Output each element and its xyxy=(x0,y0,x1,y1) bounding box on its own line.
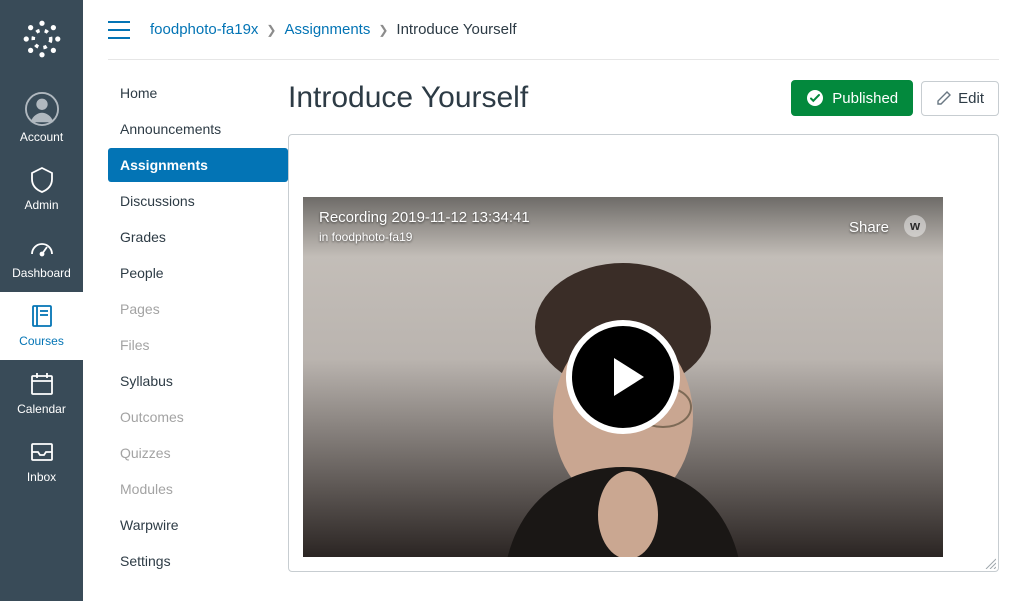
sidebar-item-settings[interactable]: Settings xyxy=(108,544,288,578)
warpwire-badge-icon[interactable]: w xyxy=(903,214,927,241)
content-area: foodphoto-fa19x ❯ Assignments ❯ Introduc… xyxy=(83,0,1024,601)
sidebar-item-home[interactable]: Home xyxy=(108,76,288,110)
body-wrap: Home Announcements Assignments Discussio… xyxy=(108,60,1024,601)
sidebar-item-outcomes[interactable]: Outcomes xyxy=(108,400,288,434)
nav-calendar-label: Calendar xyxy=(17,402,66,416)
video-recording-subtitle: in foodphoto-fa19 xyxy=(319,230,849,244)
resize-handle-icon[interactable] xyxy=(984,557,996,569)
nav-account[interactable]: Account xyxy=(0,82,83,156)
sidebar-item-people[interactable]: People xyxy=(108,256,288,290)
breadcrumb-section[interactable]: Assignments xyxy=(284,21,370,38)
sidebar-item-assignments[interactable]: Assignments xyxy=(108,148,288,182)
nav-inbox[interactable]: Inbox xyxy=(0,428,83,496)
nav-dashboard[interactable]: Dashboard xyxy=(0,224,83,292)
play-button[interactable] xyxy=(566,320,680,434)
sidebar-item-grades[interactable]: Grades xyxy=(108,220,288,254)
course-side-menu: Home Announcements Assignments Discussio… xyxy=(108,60,288,601)
breadcrumb-course[interactable]: foodphoto-fa19x xyxy=(150,21,258,38)
nav-courses[interactable]: Courses xyxy=(0,292,83,360)
sidebar-item-announcements[interactable]: Announcements xyxy=(108,112,288,146)
sidebar-item-warpwire[interactable]: Warpwire xyxy=(108,508,288,542)
sidebar-item-quizzes[interactable]: Quizzes xyxy=(108,436,288,470)
published-label: Published xyxy=(832,90,898,107)
breadcrumb: foodphoto-fa19x ❯ Assignments ❯ Introduc… xyxy=(150,21,517,38)
sidebar-item-syllabus[interactable]: Syllabus xyxy=(108,364,288,398)
chevron-right-icon: ❯ xyxy=(266,23,276,37)
global-nav: Account Admin Dashboard Courses Calendar… xyxy=(0,0,83,601)
nav-courses-label: Courses xyxy=(19,334,64,348)
edit-button[interactable]: Edit xyxy=(921,81,999,116)
check-circle-icon xyxy=(806,89,824,107)
assignment-description-box: Recording 2019-11-12 13:34:41 in foodpho… xyxy=(288,134,999,572)
edit-label: Edit xyxy=(958,90,984,107)
nav-calendar[interactable]: Calendar xyxy=(0,360,83,428)
sidebar-item-discussions[interactable]: Discussions xyxy=(108,184,288,218)
breadcrumb-current: Introduce Yourself xyxy=(396,21,516,38)
video-player[interactable]: Recording 2019-11-12 13:34:41 in foodpho… xyxy=(303,197,943,557)
chevron-right-icon: ❯ xyxy=(378,23,388,37)
assignment-title: Introduce Yourself xyxy=(288,81,791,115)
nav-inbox-label: Inbox xyxy=(27,470,56,484)
svg-text:w: w xyxy=(909,218,921,233)
hamburger-menu-icon[interactable] xyxy=(108,21,130,39)
sidebar-item-modules[interactable]: Modules xyxy=(108,472,288,506)
published-button[interactable]: Published xyxy=(791,80,913,116)
play-icon xyxy=(604,354,650,400)
nav-admin[interactable]: Admin xyxy=(0,156,83,224)
main-header: Introduce Yourself Published Edit xyxy=(288,80,999,116)
nav-dashboard-label: Dashboard xyxy=(12,266,71,280)
sidebar-item-files[interactable]: Files xyxy=(108,328,288,362)
video-share-button[interactable]: Share xyxy=(849,219,889,236)
video-recording-title: Recording 2019-11-12 13:34:41 xyxy=(319,209,849,226)
nav-account-label: Account xyxy=(20,130,63,144)
pencil-icon xyxy=(936,90,952,106)
video-top-overlay: Recording 2019-11-12 13:34:41 in foodpho… xyxy=(303,197,943,257)
topbar: foodphoto-fa19x ❯ Assignments ❯ Introduc… xyxy=(108,0,999,60)
canvas-logo xyxy=(21,18,63,60)
sidebar-item-pages[interactable]: Pages xyxy=(108,292,288,326)
nav-admin-label: Admin xyxy=(24,198,58,212)
video-titles: Recording 2019-11-12 13:34:41 in foodpho… xyxy=(319,209,849,244)
main-content: Introduce Yourself Published Edit xyxy=(288,60,1024,601)
